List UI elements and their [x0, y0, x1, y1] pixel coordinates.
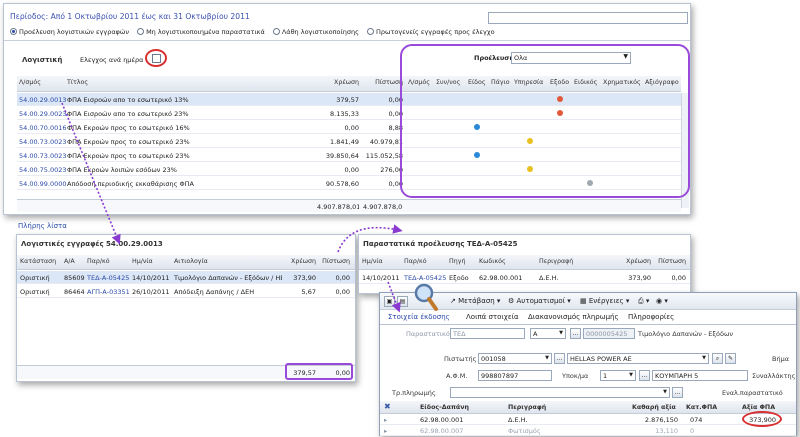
- arrow-docs-to-popup: [387, 281, 401, 313]
- arrow-ledger-to-docs: [337, 224, 403, 253]
- annotation-arrows: [61, 102, 403, 313]
- arrow-account-to-ledger: [61, 102, 121, 245]
